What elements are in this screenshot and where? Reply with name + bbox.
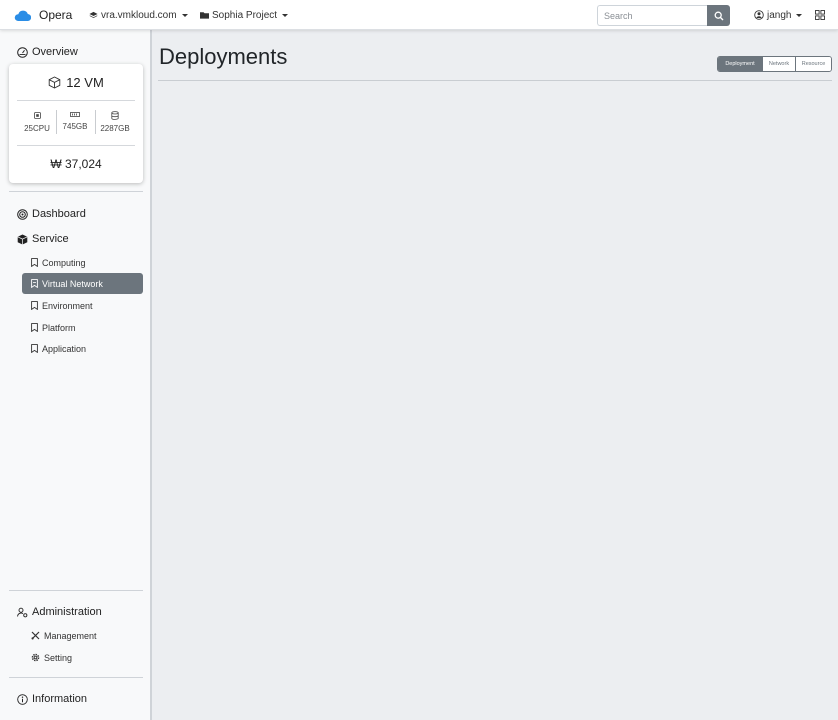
vm-count: 12 VM	[9, 75, 143, 90]
sidebar-item-label: Application	[42, 343, 87, 354]
service-label: Service	[32, 233, 69, 245]
vm-count-value: 12 VM	[66, 75, 104, 90]
user-dropdown[interactable]: jangh	[754, 0, 803, 30]
box-icon	[48, 76, 61, 89]
view-tab-group: Deployment Network Resource	[717, 56, 832, 72]
sidebar-item-service[interactable]: Service	[17, 233, 69, 245]
top-navbar: Opera vra.vmkloud.com Sophia Project Sea…	[0, 0, 838, 30]
title-divider	[158, 80, 832, 81]
bookmark-icon	[31, 323, 38, 332]
sidebar-item-administration[interactable]: Administration	[17, 606, 102, 618]
dashboard-label: Dashboard	[32, 208, 86, 220]
sidebar-item-label: Management	[44, 630, 97, 641]
sidebar: Overview 12 VM 25CPU 745GB 2287GB ₩ 37,0…	[0, 30, 152, 720]
sidebar-item-dashboard[interactable]: Dashboard	[17, 208, 86, 220]
search-input[interactable]	[597, 5, 707, 26]
info-circle-icon	[17, 693, 28, 705]
bookmark-icon	[31, 301, 38, 310]
storage-stat: 2287GB	[96, 111, 134, 133]
database-icon	[111, 111, 119, 120]
tab-network[interactable]: Network	[762, 57, 795, 71]
page-title: Deployments	[159, 44, 288, 69]
host-dropdown[interactable]: vra.vmkloud.com	[89, 0, 188, 30]
brand-link[interactable]: Opera	[14, 0, 72, 30]
tools-icon	[31, 631, 40, 640]
gear-icon	[31, 653, 40, 662]
memory-icon	[70, 112, 80, 117]
sidebar-item-label: Setting	[44, 652, 73, 663]
sidebar-item-label: Virtual Network	[42, 278, 103, 289]
cpu-icon	[33, 112, 41, 119]
storage-value: 2287GB	[100, 124, 130, 133]
cost-value: ₩ 37,024	[50, 157, 102, 171]
target-icon	[17, 208, 28, 220]
user-name: jangh	[767, 9, 792, 21]
layers-icon	[89, 11, 98, 18]
sidebar-item-platform[interactable]: Platform	[22, 317, 143, 338]
chevron-down-icon	[181, 13, 188, 17]
overview-heading: Overview	[17, 46, 78, 58]
cloud-logo-icon	[14, 10, 31, 21]
overview-title: Overview	[32, 46, 78, 58]
people-gear-icon	[17, 607, 28, 617]
sidebar-divider	[9, 191, 143, 192]
sidebar-divider	[9, 590, 143, 591]
search-icon	[714, 11, 723, 20]
search-group	[597, 5, 730, 26]
administration-label: Administration	[32, 606, 102, 618]
bookmark-icon	[31, 344, 38, 353]
sidebar-item-application[interactable]: Application	[22, 338, 143, 359]
sidebar-item-label: Platform	[42, 322, 76, 333]
apps-menu-button[interactable]	[815, 0, 825, 30]
tab-resource[interactable]: Resource	[795, 57, 831, 71]
sidebar-item-computing[interactable]: Computing	[22, 252, 143, 273]
sidebar-divider	[9, 677, 143, 678]
bookmark-icon	[31, 279, 38, 288]
sidebar-item-information[interactable]: Information	[17, 693, 87, 705]
tab-deployment[interactable]: Deployment	[718, 57, 762, 71]
sidebar-item-virtual-network[interactable]: Virtual Network	[22, 273, 143, 294]
card-divider	[17, 145, 135, 146]
cpu-stat: 25CPU	[18, 111, 56, 133]
sidebar-item-setting[interactable]: Setting	[22, 647, 143, 668]
main-content: Deployments Deployment Network Resource	[152, 30, 838, 720]
chevron-down-icon	[282, 13, 289, 17]
chevron-down-icon	[796, 13, 803, 17]
user-circle-icon	[754, 10, 764, 20]
memory-stat: 745GB	[56, 111, 94, 131]
cpu-value: 25CPU	[24, 124, 50, 133]
folder-icon	[200, 12, 209, 19]
project-dropdown[interactable]: Sophia Project	[200, 0, 289, 30]
speedometer-icon	[17, 46, 28, 58]
overview-card: 12 VM 25CPU 745GB 2287GB ₩ 37,024	[9, 64, 143, 183]
brand-name: Opera	[39, 8, 73, 22]
host-label: vra.vmkloud.com	[101, 9, 177, 21]
card-divider	[17, 100, 135, 101]
sidebar-item-management[interactable]: Management	[22, 625, 143, 646]
sidebar-item-environment[interactable]: Environment	[22, 295, 143, 316]
grid-icon	[815, 10, 825, 20]
memory-value: 745GB	[62, 122, 88, 131]
project-label: Sophia Project	[212, 9, 278, 21]
information-label: Information	[32, 693, 88, 705]
search-button[interactable]	[707, 5, 730, 26]
sidebar-item-label: Computing	[42, 257, 86, 268]
sidebar-item-label: Environment	[42, 300, 93, 311]
bookmark-icon	[31, 258, 38, 267]
box-fill-icon	[17, 234, 28, 244]
